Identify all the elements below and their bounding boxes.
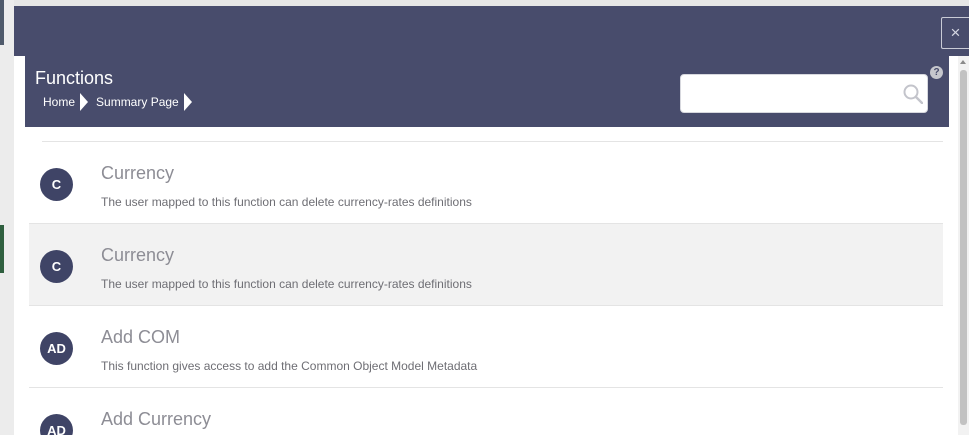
function-list-item[interactable]: C Currency The user mapped to this funct…: [29, 224, 943, 306]
function-list-item[interactable]: AD Add COM This function gives access to…: [29, 306, 943, 388]
function-description: The user mapped to this function can del…: [101, 277, 472, 291]
search-icon[interactable]: [903, 84, 923, 104]
breadcrumb-arrow-icon: [183, 93, 192, 111]
background-page-marker: [0, 225, 4, 273]
function-title: Currency: [101, 245, 175, 265]
function-avatar: C: [40, 250, 73, 283]
breadcrumb-home[interactable]: Home: [43, 95, 75, 109]
close-icon[interactable]: ×: [941, 17, 969, 49]
function-avatar: AD: [40, 414, 73, 435]
functions-header: Functions Home Summary Page ?: [25, 56, 949, 127]
function-list-item[interactable]: C Currency The user mapped to this funct…: [29, 142, 943, 224]
function-title: Add COM: [101, 327, 181, 347]
breadcrumb: Home Summary Page: [43, 93, 200, 111]
function-list-item[interactable]: AD Add Currency: [29, 388, 943, 435]
background-page-marker: [0, 0, 4, 45]
help-icon[interactable]: ?: [930, 66, 943, 79]
function-title: Currency: [101, 163, 175, 183]
modal-top-bar: [14, 6, 969, 56]
function-avatar: C: [40, 168, 73, 201]
function-description: This function gives access to add the Co…: [101, 359, 478, 373]
breadcrumb-arrow-icon: [80, 93, 89, 111]
scroll-up-icon[interactable]: [960, 60, 966, 64]
scrollbar-thumb[interactable]: [960, 70, 967, 425]
breadcrumb-summary-page[interactable]: Summary Page: [96, 95, 179, 109]
background-page-edge: [0, 0, 14, 435]
page-title: Functions: [35, 68, 114, 88]
function-avatar: AD: [40, 332, 73, 365]
search-input[interactable]: [680, 74, 928, 113]
function-description: The user mapped to this function can del…: [101, 195, 472, 209]
function-title: Add Currency: [101, 409, 212, 429]
